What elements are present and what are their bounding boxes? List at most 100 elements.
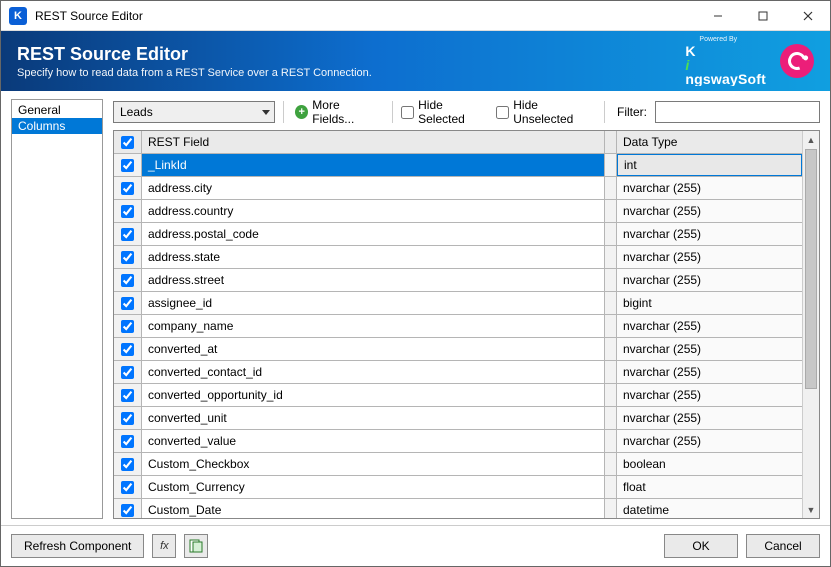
row-checkbox-cell[interactable] bbox=[114, 338, 142, 360]
sidebar-item-columns[interactable]: Columns bbox=[12, 118, 102, 134]
row-field[interactable]: address.state bbox=[142, 246, 605, 268]
table-row[interactable]: converted_contact_id nvarchar (255) bbox=[114, 361, 802, 384]
object-combo[interactable]: Leads bbox=[113, 101, 275, 123]
scroll-down-button[interactable]: ▼ bbox=[803, 501, 819, 518]
row-checkbox-cell[interactable] bbox=[114, 154, 142, 176]
row-checkbox-cell[interactable] bbox=[114, 430, 142, 452]
row-type[interactable]: float bbox=[617, 476, 802, 498]
table-row[interactable]: company_name nvarchar (255) bbox=[114, 315, 802, 338]
maximize-button[interactable] bbox=[740, 1, 785, 31]
row-type[interactable]: nvarchar (255) bbox=[617, 177, 802, 199]
row-type[interactable]: boolean bbox=[617, 453, 802, 475]
row-type[interactable]: nvarchar (255) bbox=[617, 246, 802, 268]
hide-selected-input[interactable] bbox=[401, 106, 414, 119]
row-checkbox[interactable] bbox=[121, 228, 134, 241]
row-checkbox-cell[interactable] bbox=[114, 361, 142, 383]
table-row[interactable]: Custom_Date datetime bbox=[114, 499, 802, 518]
row-checkbox[interactable] bbox=[121, 458, 134, 471]
row-field[interactable]: converted_at bbox=[142, 338, 605, 360]
row-type[interactable]: bigint bbox=[617, 292, 802, 314]
header-checkbox-cell[interactable] bbox=[114, 131, 142, 153]
hide-selected-checkbox[interactable]: Hide Selected bbox=[401, 99, 488, 126]
row-checkbox-cell[interactable] bbox=[114, 453, 142, 475]
row-field[interactable]: converted_value bbox=[142, 430, 605, 452]
row-checkbox-cell[interactable] bbox=[114, 177, 142, 199]
row-checkbox[interactable] bbox=[121, 297, 134, 310]
minimize-button[interactable] bbox=[695, 1, 740, 31]
table-row[interactable]: converted_unit nvarchar (255) bbox=[114, 407, 802, 430]
table-row[interactable]: address.street nvarchar (255) bbox=[114, 269, 802, 292]
refresh-component-button[interactable]: Refresh Component bbox=[11, 534, 144, 558]
row-field[interactable]: converted_contact_id bbox=[142, 361, 605, 383]
expression-button[interactable]: fx bbox=[152, 534, 176, 558]
table-row[interactable]: converted_opportunity_idnvarchar (255) bbox=[114, 384, 802, 407]
row-checkbox-cell[interactable] bbox=[114, 476, 142, 498]
mapping-button[interactable] bbox=[184, 534, 208, 558]
table-row[interactable]: converted_at nvarchar (255) bbox=[114, 338, 802, 361]
row-checkbox[interactable] bbox=[121, 182, 134, 195]
more-fields-button[interactable]: + More Fields... bbox=[292, 99, 384, 126]
row-type[interactable]: datetime bbox=[617, 499, 802, 518]
row-checkbox-cell[interactable] bbox=[114, 223, 142, 245]
row-checkbox[interactable] bbox=[121, 435, 134, 448]
row-field[interactable]: address.street bbox=[142, 269, 605, 291]
table-row[interactable]: assignee_id bigint bbox=[114, 292, 802, 315]
table-row[interactable]: converted_value nvarchar (255) bbox=[114, 430, 802, 453]
hide-unselected-checkbox[interactable]: Hide Unselected bbox=[496, 99, 596, 126]
header-type[interactable]: Data Type bbox=[617, 131, 802, 153]
row-type[interactable]: nvarchar (255) bbox=[617, 407, 802, 429]
row-type[interactable]: nvarchar (255) bbox=[617, 200, 802, 222]
row-checkbox[interactable] bbox=[121, 159, 134, 172]
row-field[interactable]: Custom_Currency bbox=[142, 476, 605, 498]
row-checkbox-cell[interactable] bbox=[114, 384, 142, 406]
row-checkbox[interactable] bbox=[121, 343, 134, 356]
row-field[interactable]: converted_unit bbox=[142, 407, 605, 429]
sidebar-item-general[interactable]: General bbox=[12, 102, 102, 118]
row-checkbox-cell[interactable] bbox=[114, 499, 142, 518]
row-type[interactable]: nvarchar (255) bbox=[617, 430, 802, 452]
row-field[interactable]: company_name bbox=[142, 315, 605, 337]
header-field[interactable]: REST Field bbox=[142, 131, 605, 153]
row-field[interactable]: address.country bbox=[142, 200, 605, 222]
scroll-up-button[interactable]: ▲ bbox=[803, 131, 819, 148]
row-checkbox[interactable] bbox=[121, 274, 134, 287]
row-checkbox-cell[interactable] bbox=[114, 246, 142, 268]
ok-button[interactable]: OK bbox=[664, 534, 738, 558]
cancel-button[interactable]: Cancel bbox=[746, 534, 820, 558]
hide-unselected-input[interactable] bbox=[496, 106, 509, 119]
row-checkbox-cell[interactable] bbox=[114, 315, 142, 337]
row-type[interactable]: nvarchar (255) bbox=[617, 223, 802, 245]
row-field[interactable]: Custom_Checkbox bbox=[142, 453, 605, 475]
row-field[interactable]: _LinkId bbox=[142, 154, 605, 176]
row-checkbox[interactable] bbox=[121, 389, 134, 402]
row-type[interactable]: nvarchar (255) bbox=[617, 269, 802, 291]
row-field[interactable]: assignee_id bbox=[142, 292, 605, 314]
row-checkbox[interactable] bbox=[121, 481, 134, 494]
table-row[interactable]: _LinkId int bbox=[114, 154, 802, 177]
row-type[interactable]: nvarchar (255) bbox=[617, 315, 802, 337]
row-field[interactable]: Custom_Date bbox=[142, 499, 605, 518]
row-field[interactable]: address.postal_code bbox=[142, 223, 605, 245]
row-checkbox[interactable] bbox=[121, 366, 134, 379]
table-row[interactable]: address.postal_code nvarchar (255) bbox=[114, 223, 802, 246]
row-checkbox[interactable] bbox=[121, 412, 134, 425]
row-field[interactable]: converted_opportunity_id bbox=[142, 384, 605, 406]
table-row[interactable]: address.state nvarchar (255) bbox=[114, 246, 802, 269]
row-checkbox[interactable] bbox=[121, 205, 134, 218]
row-checkbox-cell[interactable] bbox=[114, 292, 142, 314]
scroll-thumb[interactable] bbox=[805, 149, 817, 389]
row-type[interactable]: int bbox=[617, 154, 802, 176]
row-type[interactable]: nvarchar (255) bbox=[617, 338, 802, 360]
select-all-checkbox[interactable] bbox=[121, 136, 134, 149]
row-field[interactable]: address.city bbox=[142, 177, 605, 199]
row-type[interactable]: nvarchar (255) bbox=[617, 361, 802, 383]
row-checkbox-cell[interactable] bbox=[114, 269, 142, 291]
table-row[interactable]: Custom_Checkbox boolean bbox=[114, 453, 802, 476]
table-row[interactable]: Custom_Currency float bbox=[114, 476, 802, 499]
row-checkbox[interactable] bbox=[121, 251, 134, 264]
row-checkbox[interactable] bbox=[121, 504, 134, 517]
row-checkbox-cell[interactable] bbox=[114, 407, 142, 429]
filter-input[interactable] bbox=[655, 101, 820, 123]
close-button[interactable] bbox=[785, 1, 830, 31]
vertical-scrollbar[interactable]: ▲ ▼ bbox=[802, 131, 819, 518]
